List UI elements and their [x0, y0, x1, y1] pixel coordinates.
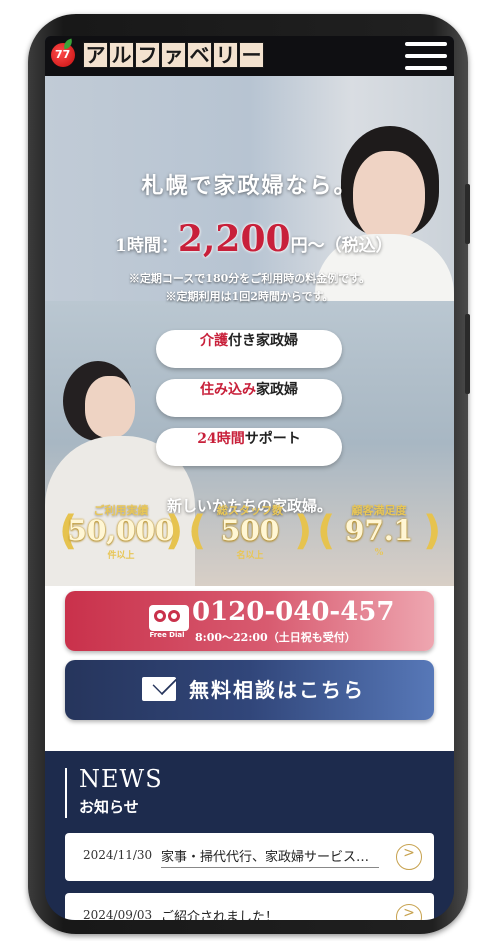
news-date: 2024/11/30 [83, 848, 153, 862]
price-note-1: ※定期コースで180分をご利用時の料金例です。 [128, 272, 371, 285]
phone-call-button[interactable]: Free Dial 0120-040-457 8:00～22:00（土日祝も受付… [65, 591, 434, 651]
price-value: 2,200 [177, 218, 291, 260]
pill-accent: 介護 [200, 333, 228, 349]
logo-char: ル [109, 42, 134, 68]
hamburger-menu-icon[interactable] [405, 40, 447, 72]
housekeeper-photo-face [85, 376, 135, 438]
news-section: NEWS お知らせ 2024/11/30 家事・掃代代行、家政婦サービス… > … [45, 751, 454, 920]
cta-section: Free Dial 0120-040-457 8:00～22:00（土日祝も受付… [45, 586, 454, 751]
service-pill-care[interactable]: 介護付き家政婦 [156, 330, 342, 368]
stat-satisfaction: ( 顧客満足度 97.1 % ) [317, 498, 441, 568]
phone-screen: 77 ア ル フ ァ ベ リ ー 札幌で家政婦なら。 1時間：2,200円～（税… [45, 36, 454, 920]
free-consultation-button[interactable]: 無料相談はこちら [65, 660, 434, 720]
phone-hours: 8:00～22:00（土日祝も受付） [195, 631, 356, 644]
chevron-right-icon[interactable]: > [396, 844, 422, 870]
logo-char: ー [239, 42, 264, 68]
logo-char: リ [213, 42, 238, 68]
consult-label: 無料相談はこちら [189, 678, 365, 702]
mail-icon [142, 677, 176, 701]
site-header: 77 ア ル フ ァ ベ リ ー [45, 36, 454, 76]
stat-usage: ( ご利用実績 50,000 件以上 ) [59, 498, 183, 568]
service-pill-livein[interactable]: 住み込み家政婦 [156, 379, 342, 417]
laurel-right-icon: ) [423, 508, 442, 554]
service-pill-24h[interactable]: 24時間サポート [156, 428, 342, 466]
laurel-right-icon: ) [165, 508, 184, 554]
price-suffix: 円～（税込） [290, 236, 393, 256]
news-link-text[interactable]: 家事・掃代代行、家政婦サービス… [161, 846, 379, 868]
logo-badge-text: 77 [55, 48, 71, 61]
stat-staff: ( 総スタッフ数 500 名以上 ) [188, 498, 312, 568]
news-date: 2024/09/03 [83, 908, 153, 920]
logo-char: ベ [187, 42, 212, 68]
logo-char: ァ [161, 42, 186, 68]
phone-side-button [465, 314, 470, 394]
pill-text: 家政婦 [256, 382, 298, 398]
phone-side-button [465, 184, 470, 244]
news-accent-bar [65, 768, 67, 818]
pill-accent: 24時間 [197, 431, 245, 447]
news-item[interactable]: 2024/09/03 ご紹介されました！ > [65, 893, 434, 920]
logo-wordmark[interactable]: ア ル フ ァ ベ リ ー [83, 42, 264, 68]
news-subheading: お知らせ [79, 798, 139, 816]
pill-text: 付き家政婦 [228, 333, 298, 349]
chevron-right-icon[interactable]: > [396, 904, 422, 920]
price-label: 1時間： [115, 236, 178, 256]
laurel-right-icon: ) [294, 508, 313, 554]
price-row: 1時間：2,200円～（税込） [115, 218, 393, 260]
logo-char: フ [135, 42, 160, 68]
price-note-2: ※定期利用は1回2時間からです。 [165, 290, 334, 303]
pill-text: サポート [244, 431, 301, 447]
hero-title: 札幌で家政婦なら。 [141, 173, 358, 199]
news-item[interactable]: 2024/11/30 家事・掃代代行、家政婦サービス… > [65, 833, 434, 881]
free-dial-label: Free Dial [149, 631, 185, 639]
phone-number: 0120-040-457 [192, 597, 395, 627]
pill-accent: 住み込み [200, 382, 256, 398]
news-heading: NEWS [79, 765, 163, 793]
free-dial-icon [149, 605, 189, 631]
news-link-text[interactable]: ご紹介されました！ [161, 906, 379, 920]
logo-char: ア [83, 42, 108, 68]
